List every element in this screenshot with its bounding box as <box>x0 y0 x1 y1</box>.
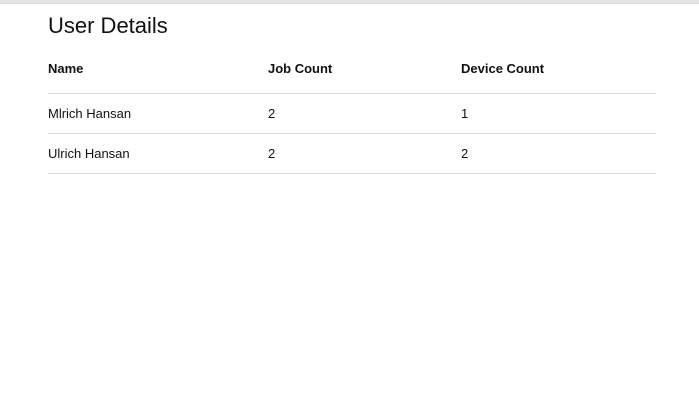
user-details-panel: User Details Name Job Count Device Count… <box>48 10 656 174</box>
cell-device-count: 1 <box>461 93 656 134</box>
cell-device-count: 2 <box>461 133 656 174</box>
page-title: User Details <box>48 13 168 38</box>
table-row: Ulrich Hansan 2 2 <box>48 133 656 174</box>
cell-job-count: 2 <box>268 133 461 174</box>
cell-name: Ulrich Hansan <box>48 133 268 174</box>
column-header-job-count: Job Count <box>268 61 461 94</box>
column-header-device-count: Device Count <box>461 61 656 94</box>
user-details-table: Name Job Count Device Count Mlrich Hansa… <box>48 61 656 174</box>
top-bar <box>0 0 699 4</box>
cell-name: Mlrich Hansan <box>48 93 268 134</box>
table-row: Mlrich Hansan 2 1 <box>48 93 656 134</box>
column-header-name: Name <box>48 61 268 94</box>
cell-job-count: 2 <box>268 93 461 134</box>
table-header-row: Name Job Count Device Count <box>48 61 656 94</box>
